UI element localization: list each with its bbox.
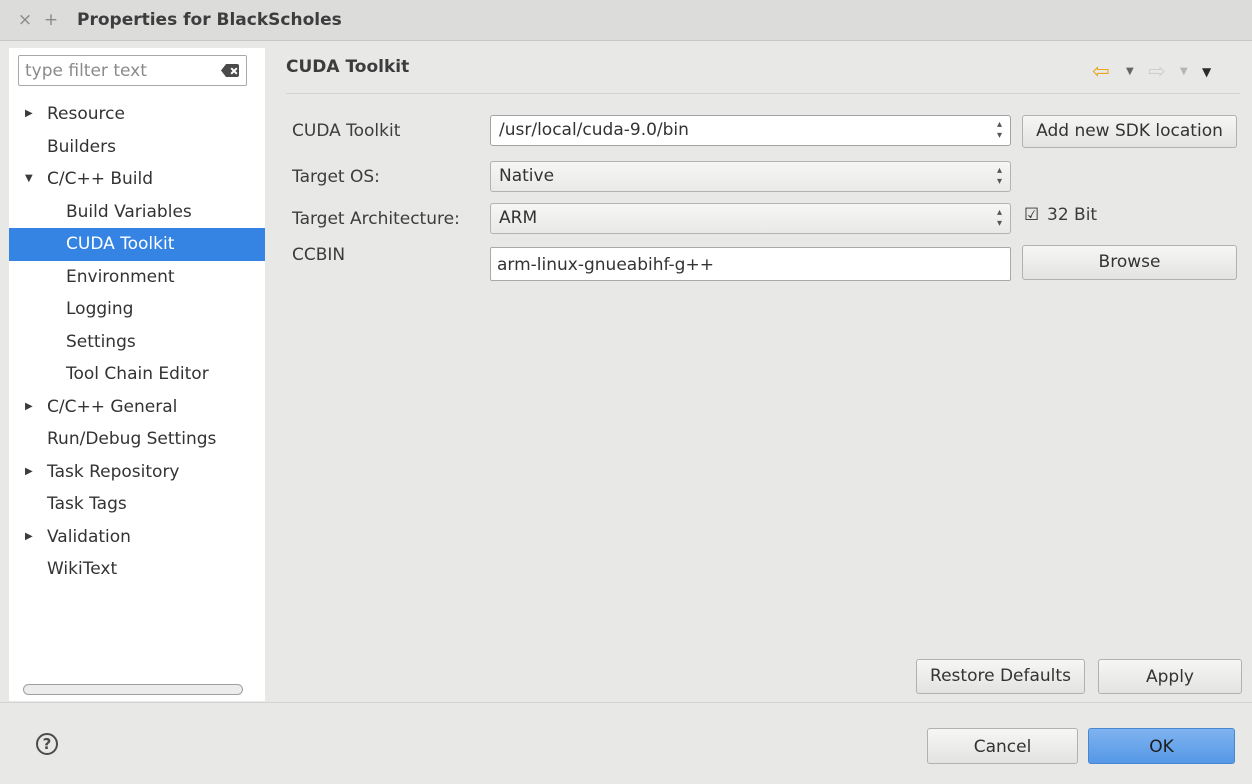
- cuda-toolkit-select[interactable]: /usr/local/cuda-9.0/bin ▴ ▾: [490, 115, 1011, 146]
- view-menu-icon[interactable]: ▼: [1202, 65, 1211, 79]
- title-bar: × + Properties for BlackScholes: [0, 0, 1252, 41]
- tree-item-label: C/C++ Build: [47, 169, 154, 189]
- tree-item-label: Environment: [66, 266, 175, 287]
- tree-item[interactable]: Logging: [9, 293, 265, 326]
- tree-item-label: C/C++ General: [47, 396, 178, 417]
- page-title: CUDA Toolkit: [286, 57, 410, 77]
- back-history-dropdown-icon[interactable]: ▼: [1126, 66, 1134, 77]
- window-title: Properties for BlackScholes: [77, 10, 342, 30]
- close-window-button[interactable]: ×: [13, 10, 37, 30]
- spinner-icon: ▴ ▾: [996, 165, 1002, 187]
- tree-item[interactable]: Task Tags: [9, 488, 265, 521]
- tree-item-label: Task Repository: [47, 461, 180, 482]
- maximize-window-button[interactable]: +: [39, 10, 63, 30]
- target-architecture-label: Target Architecture:: [292, 209, 460, 229]
- restore-defaults-button[interactable]: Restore Defaults: [916, 659, 1085, 694]
- tree-item[interactable]: ▶ Task Repository: [9, 456, 265, 489]
- spinner-icon: ▴ ▾: [996, 119, 1002, 141]
- cancel-button[interactable]: Cancel: [927, 728, 1078, 764]
- help-icon[interactable]: ?: [36, 733, 58, 755]
- tree-item[interactable]: ▶ Resource: [9, 98, 265, 131]
- page-history-nav: ⇦ ▼ ⇨ ▼ ▼: [1092, 61, 1242, 82]
- tree-item-label: Builders: [47, 136, 116, 157]
- tree-item-label: Run/Debug Settings: [47, 429, 217, 449]
- footer-separator: [0, 702, 1252, 703]
- ccbin-field[interactable]: [490, 247, 1011, 281]
- collapsed-arrow-icon[interactable]: ▶: [25, 98, 33, 131]
- tree-item-label: Resource: [47, 104, 125, 124]
- expanded-arrow-icon[interactable]: ▼: [25, 163, 33, 196]
- tree-item-label: Task Tags: [47, 494, 127, 514]
- tree-item-label: Settings: [66, 331, 136, 352]
- ccbin-input[interactable]: [497, 254, 997, 276]
- tree-item-label: WikiText: [47, 559, 118, 579]
- clear-filter-icon[interactable]: [221, 64, 239, 77]
- target-os-label: Target OS:: [292, 167, 380, 187]
- tree-item-label: Validation: [47, 526, 131, 547]
- 32-bit-label: 32 Bit: [1047, 205, 1098, 225]
- category-tree: ▶ Resource Builders ▼ C/C++ Build Build Varia…: [9, 98, 265, 586]
- collapsed-arrow-icon[interactable]: ▶: [25, 456, 33, 489]
- tree-item[interactable]: Tool Chain Editor: [9, 358, 265, 391]
- header-separator: [286, 93, 1240, 94]
- ccbin-label: CCBIN: [292, 245, 346, 265]
- target-os-value: Native: [499, 166, 555, 186]
- filter-field[interactable]: [18, 55, 247, 86]
- browse-button[interactable]: Browse: [1022, 245, 1237, 280]
- tree-item-label: Tool Chain Editor: [66, 364, 209, 384]
- ok-button[interactable]: OK: [1088, 728, 1235, 764]
- checkmark-icon[interactable]: ☑: [1024, 205, 1039, 225]
- category-tree-panel: ▶ Resource Builders ▼ C/C++ Build Build Varia…: [9, 48, 265, 701]
- tree-item-label: Logging: [66, 299, 134, 319]
- target-architecture-select[interactable]: ARM ▴ ▾: [490, 203, 1011, 234]
- tree-item-label: CUDA Toolkit: [66, 234, 175, 254]
- filter-input[interactable]: [25, 60, 215, 82]
- tree-item[interactable]: ▶ Validation: [9, 521, 265, 554]
- tree-item[interactable]: Environment: [9, 261, 265, 294]
- forward-arrow-icon[interactable]: ⇨: [1148, 61, 1166, 82]
- cuda-toolkit-value: /usr/local/cuda-9.0/bin: [499, 120, 689, 140]
- tree-item[interactable]: CUDA Toolkit: [9, 228, 265, 261]
- tree-item[interactable]: ▼ C/C++ Build: [9, 163, 265, 196]
- cuda-toolkit-label: CUDA Toolkit: [292, 121, 401, 141]
- property-page: CUDA Toolkit ⇦ ▼ ⇨ ▼ ▼ CUDA Toolkit /usr…: [266, 48, 1252, 702]
- tree-item[interactable]: ▶ C/C++ General: [9, 391, 265, 424]
- spinner-icon: ▴ ▾: [996, 207, 1002, 229]
- tree-item-label: Build Variables: [66, 201, 192, 222]
- target-architecture-value: ARM: [499, 208, 538, 228]
- tree-item[interactable]: Settings: [9, 326, 265, 359]
- tree-item[interactable]: Builders: [9, 131, 265, 164]
- tree-item[interactable]: Build Variables: [9, 196, 265, 229]
- target-os-select[interactable]: Native ▴ ▾: [490, 161, 1011, 192]
- horizontal-scrollbar[interactable]: [23, 684, 243, 695]
- collapsed-arrow-icon[interactable]: ▶: [25, 391, 33, 424]
- apply-button[interactable]: Apply: [1098, 659, 1242, 694]
- back-arrow-icon[interactable]: ⇦: [1092, 61, 1110, 82]
- tree-item[interactable]: Run/Debug Settings: [9, 423, 265, 456]
- forward-history-dropdown-icon[interactable]: ▼: [1180, 66, 1188, 77]
- add-sdk-location-button[interactable]: Add new SDK location: [1022, 115, 1237, 148]
- collapsed-arrow-icon[interactable]: ▶: [25, 521, 33, 554]
- tree-item[interactable]: WikiText: [9, 553, 265, 586]
